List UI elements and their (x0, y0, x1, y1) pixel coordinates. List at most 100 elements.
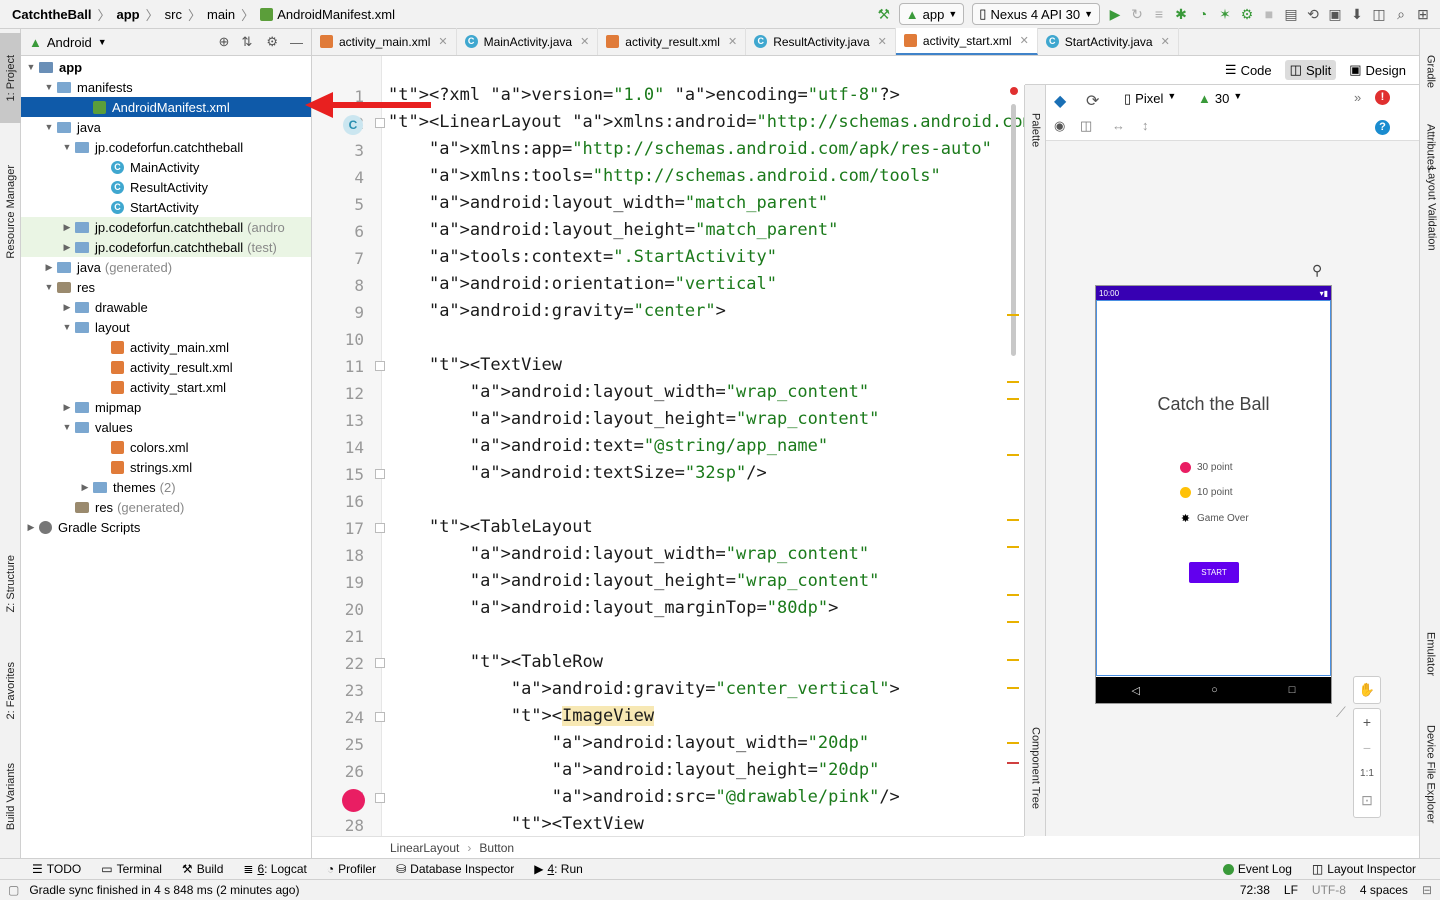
class-gutter-icon[interactable]: C (343, 115, 363, 135)
tree-item[interactable]: ▼ jp.codeforfun.catchtheball (21, 137, 311, 157)
layout-inspector-icon[interactable]: ◫ (1368, 3, 1390, 25)
tree-item[interactable]: ▶ jp.codeforfun.catchtheball (test) (21, 237, 311, 257)
warning-mark[interactable] (1007, 519, 1019, 521)
component-tree-tab[interactable]: Component Tree (1025, 713, 1046, 823)
make-project-icon[interactable]: ⚒ (873, 3, 895, 25)
chevron-right-icon[interactable]: ▶ (25, 522, 37, 533)
editor-scrollbar[interactable] (1011, 104, 1016, 356)
crumb-file[interactable]: AndroidManifest.xml (277, 7, 395, 22)
warning-mark[interactable] (1007, 742, 1019, 744)
warning-mark[interactable] (1007, 398, 1019, 400)
editor-tab[interactable]: C StartActivity.java ✕ (1038, 28, 1179, 55)
tree-item[interactable]: colors.xml (21, 437, 311, 457)
chevron-down-icon[interactable]: ▼ (43, 282, 55, 292)
tree-item[interactable]: res (generated) (21, 497, 311, 517)
warning-mark[interactable] (1007, 621, 1019, 623)
fold-marker-icon[interactable] (375, 118, 385, 128)
device-preview-select[interactable]: ▯ Pixel ▼ (1124, 91, 1176, 107)
zoom-reset-button[interactable]: 1:1 (1354, 761, 1380, 787)
search-icon[interactable]: ⌕ (1390, 3, 1412, 25)
tree-item[interactable]: ▼ manifests (21, 77, 311, 97)
warning-mark[interactable] (1007, 659, 1019, 661)
color-preview-icon[interactable] (342, 789, 365, 812)
crumb-src[interactable]: src (165, 7, 182, 22)
warning-mark[interactable] (1007, 687, 1019, 689)
caret-position[interactable]: 72:38 (1240, 883, 1270, 897)
chevron-down-icon[interactable]: ▼ (61, 142, 73, 152)
device-select[interactable]: ▯ Nexus 4 API 30 ▼ (972, 3, 1100, 25)
close-icon[interactable]: ✕ (878, 35, 887, 48)
split-mode-button[interactable]: ◫ Split (1284, 60, 1337, 80)
close-icon[interactable]: ✕ (728, 35, 737, 48)
tree-item[interactable]: C StartActivity (21, 197, 311, 217)
crumb-project[interactable]: CatchtheBall (12, 7, 91, 22)
warning-mark[interactable] (1007, 546, 1019, 548)
resize-handle-icon[interactable]: ⟋ (1336, 704, 1346, 721)
zoom-in-icon[interactable]: + (1354, 709, 1380, 735)
more-icon[interactable]: » (1354, 90, 1361, 105)
editor-tab[interactable]: C ResultActivity.java ✕ (746, 28, 896, 55)
eye-icon[interactable]: ◉ (1054, 118, 1065, 134)
fold-marker-icon[interactable] (375, 793, 385, 803)
pin-icon[interactable]: ⚲ (1312, 262, 1322, 279)
sdk-manager-icon[interactable]: ⬇ (1346, 3, 1368, 25)
warning-mark[interactable] (1007, 454, 1019, 456)
close-icon[interactable]: ✕ (438, 35, 447, 48)
tree-item[interactable]: ▶ jp.codeforfun.catchtheball (andro (21, 217, 311, 237)
resize-v-icon[interactable]: ↕ (1142, 118, 1149, 133)
layout-inspector-tab[interactable]: ◫ Layout Inspector (1302, 862, 1426, 876)
editor-tab[interactable]: C MainActivity.java ✕ (457, 28, 599, 55)
tree-item[interactable]: AndroidManifest.xml (21, 97, 311, 117)
tree-item[interactable]: ▼ app (21, 57, 311, 77)
breadcrumb-button[interactable]: Button (479, 841, 514, 855)
stop-icon[interactable]: ■ (1258, 3, 1280, 25)
chevron-right-icon[interactable]: ▶ (61, 222, 73, 233)
error-indicator-icon[interactable] (1010, 87, 1018, 95)
fold-marker-icon[interactable] (375, 712, 385, 722)
fold-marker-icon[interactable] (375, 361, 385, 371)
tree-item[interactable]: ▼ values (21, 417, 311, 437)
warning-icon[interactable]: ! (1375, 90, 1390, 105)
collapse-all-icon[interactable]: ⇅ (241, 34, 252, 50)
profiler-tab[interactable]: ◔ Profiler (317, 862, 386, 876)
phone-preview[interactable]: 10:00 ▾▮ Catch the Ball 30 point 10 poin… (1095, 285, 1332, 704)
chevron-right-icon[interactable]: ▶ (79, 482, 91, 493)
crumb-main[interactable]: main (207, 7, 235, 22)
palette-tab[interactable]: Palette (1025, 95, 1046, 165)
breadcrumb-linearlayout[interactable]: LinearLayout (390, 841, 459, 855)
tree-item[interactable]: C ResultActivity (21, 177, 311, 197)
layout-validation-tab[interactable]: Layout Validation (1421, 129, 1440, 251)
database-inspector-tab[interactable]: ⛁ Database Inspector (386, 862, 524, 876)
device-file-explorer-tab[interactable]: Device File Explorer (1420, 709, 1440, 839)
tree-item[interactable]: C MainActivity (21, 157, 311, 177)
chevron-down-icon[interactable]: ▼ (98, 37, 107, 47)
help-icon[interactable]: ? (1375, 120, 1390, 135)
design-mode-button[interactable]: ▣ Design (1344, 60, 1411, 80)
warning-mark[interactable] (1007, 594, 1019, 596)
tree-item[interactable]: ▶ Gradle Scripts (21, 517, 311, 537)
chevron-down-icon[interactable]: ▼ (61, 322, 73, 332)
tree-item[interactable]: ▼ layout (21, 317, 311, 337)
warning-mark[interactable] (1007, 314, 1019, 316)
hide-icon[interactable]: — (290, 35, 303, 50)
emulator-tab[interactable]: Emulator (1420, 619, 1440, 689)
debug-icon[interactable]: ✱ (1170, 3, 1192, 25)
tree-item[interactable]: ▶ themes (2) (21, 477, 311, 497)
chevron-right-icon[interactable]: ▶ (61, 302, 73, 313)
indent-setting[interactable]: 4 spaces (1360, 883, 1408, 897)
toggle-panels-icon[interactable]: ▢ (8, 883, 19, 897)
project-view-select[interactable]: Android (47, 35, 92, 50)
gradle-tab[interactable]: Gradle (1420, 37, 1440, 107)
tree-item[interactable]: ▶ java (generated) (21, 257, 311, 277)
chevron-down-icon[interactable]: ▼ (25, 62, 37, 72)
tree-item[interactable]: activity_start.xml (21, 377, 311, 397)
run-config-select[interactable]: ▲ app ▼ (898, 3, 965, 25)
resource-manager-tab[interactable]: Resource Manager (0, 137, 21, 287)
project-structure-icon[interactable]: ▤ (1280, 3, 1302, 25)
lock-icon[interactable]: ⊟ (1422, 883, 1432, 897)
locate-icon[interactable]: ⊕ (219, 34, 230, 50)
preview-start-button[interactable]: START (1189, 562, 1239, 583)
error-mark[interactable] (1007, 762, 1019, 764)
apply-changes-icon[interactable]: ≡ (1148, 3, 1170, 25)
api-level-select[interactable]: ▲ 30 ▼ (1198, 91, 1242, 106)
